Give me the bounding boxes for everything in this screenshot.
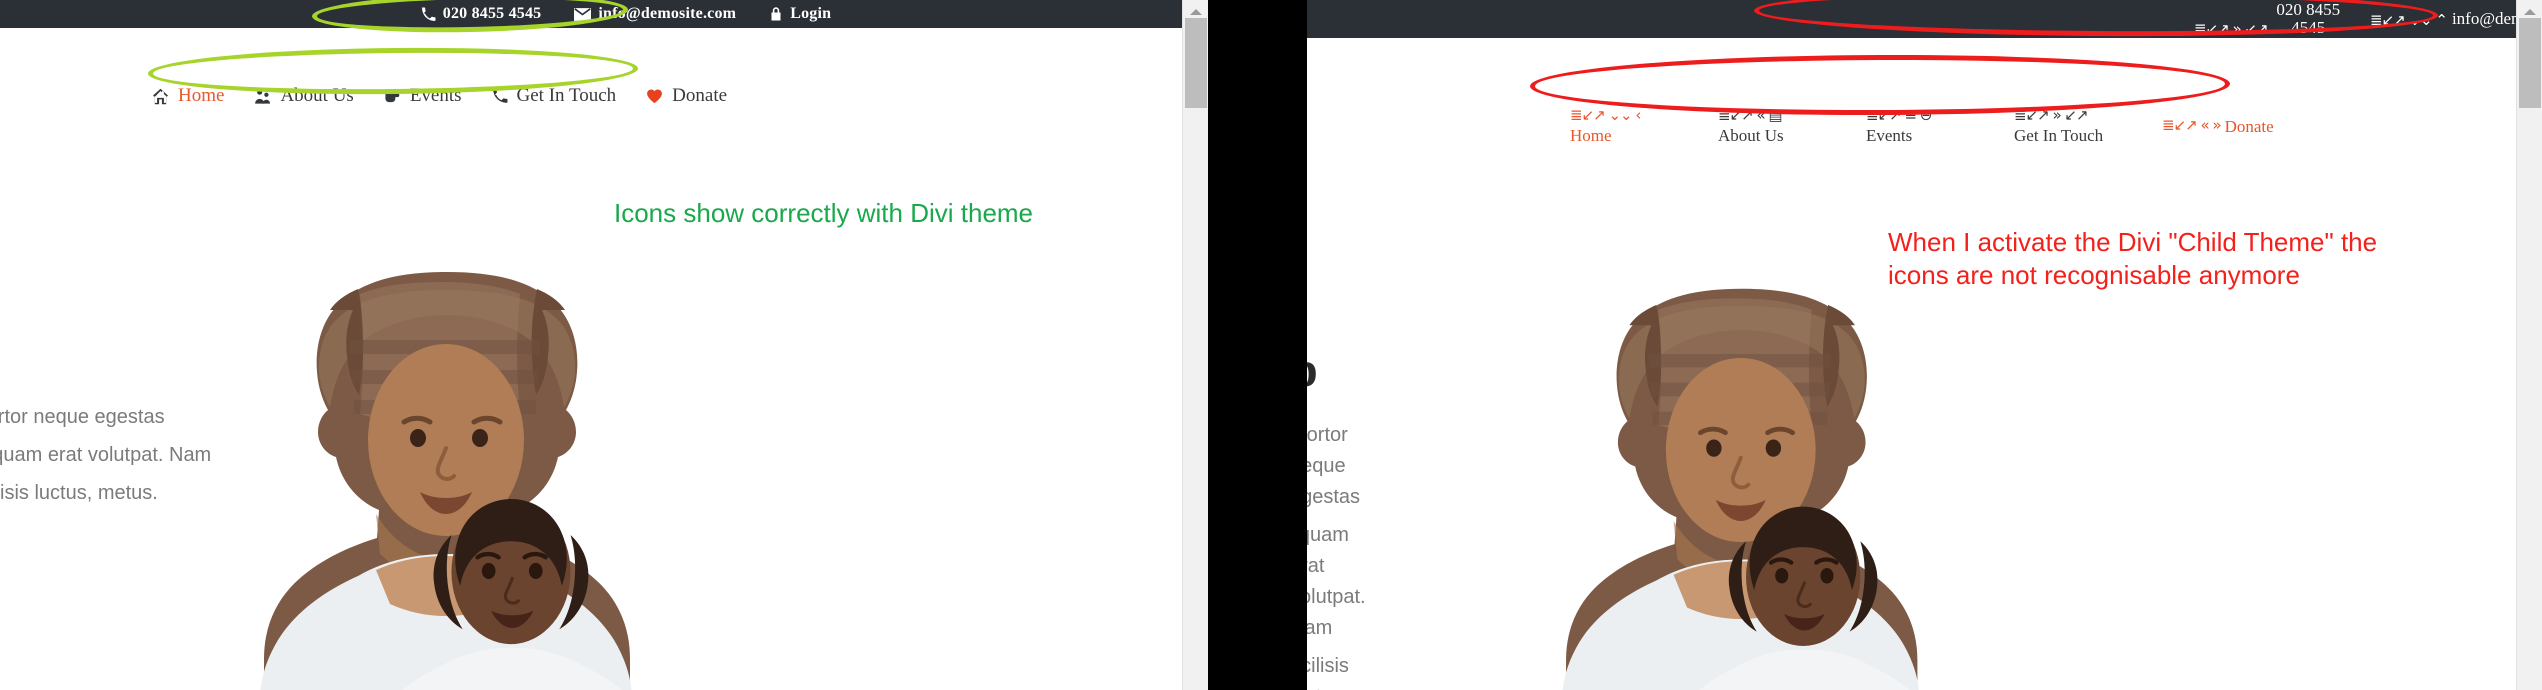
right-topbar: ≣↙↗ » ↙↗ 020 8455 4545 ≣↙↗ ⌄⌄ ⌃ info@dem… bbox=[1307, 0, 2542, 38]
left-nav-menu: Home About Us Events Get In Touch Donate bbox=[152, 85, 727, 107]
scroll-up-arrow-icon[interactable] bbox=[2517, 4, 2542, 18]
left-annotation-text: Icons show correctly with Divi theme bbox=[614, 198, 1034, 228]
topbar-email[interactable]: ≣↙↗ ⌄⌄ ⌃ info@demosite.com bbox=[2370, 10, 2542, 29]
envelope-icon bbox=[574, 7, 592, 21]
topbar-email-label: info@demosite.com bbox=[598, 5, 737, 22]
nav-item-get-in-touch[interactable]: ≣↙↗ » ↙↗ Get In Touch bbox=[2014, 108, 2126, 145]
right-annotation-text: When I activate the Divi "Child Theme" t… bbox=[1888, 226, 2377, 293]
broken-home-icon: ≣↙↗ ⌄⌄ ‹ bbox=[1570, 106, 1641, 124]
right-nav-menu: ≣↙↗ ⌄⌄ ‹ Home ≣↙↗ « ▤ About Us ≣↙↗ ≡ ⊖ E… bbox=[1570, 108, 2274, 145]
body-paragraph: , tortor neque egestas bbox=[1307, 424, 1361, 508]
right-annotation-line-2: icons are not recognisable anymore bbox=[1888, 260, 2300, 291]
panel-divider bbox=[1232, 0, 1307, 690]
topbar-email[interactable]: info@demosite.com bbox=[574, 5, 736, 23]
nav-item-about-us-label: About Us bbox=[280, 85, 354, 106]
nav-item-about-us[interactable]: About Us bbox=[254, 85, 354, 107]
left-browser-panel: 020 8455 4545 info@demosite.com Login Ho… bbox=[0, 0, 1208, 690]
hero-photo-right bbox=[1476, 210, 1946, 690]
nav-item-about-us[interactable]: ≣↙↗ « ▤ About Us bbox=[1718, 108, 1830, 145]
topbar-phone[interactable]: 020 8455 4545 bbox=[421, 5, 542, 23]
nav-item-home[interactable]: ≣↙↗ ⌄⌄ ‹ Home bbox=[1570, 108, 1682, 145]
people-icon bbox=[254, 88, 271, 105]
broken-envelope-icon: ≣↙↗ ⌄⌄ ⌃ bbox=[2370, 10, 2448, 29]
screenshot-stage: 020 8455 4545 info@demosite.com Login Ho… bbox=[0, 0, 2542, 690]
nav-item-home-label: Home bbox=[1570, 126, 1612, 145]
nav-item-home[interactable]: Home bbox=[152, 85, 224, 107]
right-annotation-line-1: When I activate the Divi "Child Theme" t… bbox=[1888, 227, 2378, 257]
broken-heart-icon: ≣↙↗ « » bbox=[2162, 115, 2222, 134]
body-paragraph: acilisis luctus, metus. bbox=[0, 482, 158, 504]
topbar-login[interactable]: Login bbox=[769, 5, 831, 23]
nav-item-donate[interactable]: Donate bbox=[646, 85, 727, 107]
topbar-phone-label: 020 8455 4545 bbox=[442, 5, 542, 22]
scrollbar-thumb[interactable] bbox=[1185, 18, 1207, 108]
nav-item-get-in-touch-label: Get In Touch bbox=[2014, 126, 2104, 145]
body-paragraph: acilisis luctus, metus. bbox=[1307, 655, 1349, 690]
right-browser-panel: ≣↙↗ » ↙↗ 020 8455 4545 ≣↙↗ ⌄⌄ ⌃ info@dem… bbox=[1307, 0, 2542, 690]
nav-item-events-label: Events bbox=[1866, 126, 1913, 145]
hero-photo-left bbox=[180, 190, 650, 690]
nav-item-donate-label: Donate bbox=[672, 85, 728, 106]
right-page-content: p , tortor neque egestas liquam erat vol… bbox=[1307, 340, 1366, 690]
page-heading: p bbox=[1307, 340, 1366, 398]
topbar-phone[interactable]: ≣↙↗ » ↙↗ 020 8455 4545 bbox=[2194, 1, 2344, 37]
left-page-content: p , tortor neque egestas Aliquam erat vo… bbox=[0, 322, 211, 509]
nav-item-events-label: Events bbox=[409, 85, 462, 106]
broken-phone-icon: ≣↙↗ » ↙↗ bbox=[2014, 106, 2089, 124]
nav-item-donate[interactable]: ≣↙↗ « » Donate bbox=[2162, 115, 2274, 136]
page-heading: p bbox=[0, 322, 211, 380]
topbar-phone-label: 020 8455 4545 bbox=[2276, 0, 2341, 37]
broken-people-icon: ≣↙↗ « ▤ bbox=[1718, 106, 1783, 124]
left-topbar: 020 8455 4545 info@demosite.com Login bbox=[0, 0, 1182, 28]
body-paragraph: Aliquam erat volutpat. Nam bbox=[0, 444, 212, 466]
cup-icon bbox=[384, 88, 401, 105]
nav-item-events[interactable]: ≣↙↗ ≡ ⊖ Events bbox=[1866, 108, 1978, 145]
nav-item-home-label: Home bbox=[178, 85, 225, 106]
heart-icon bbox=[646, 88, 663, 104]
body-paragraph: , tortor neque egestas bbox=[0, 406, 165, 428]
body-paragraph: liquam erat volutpat. Nam bbox=[1307, 524, 1366, 639]
phone-icon bbox=[492, 88, 508, 104]
right-panel-scrollbar[interactable] bbox=[2516, 0, 2542, 690]
scroll-up-arrow-icon[interactable] bbox=[1183, 4, 1208, 18]
lock-icon bbox=[769, 6, 783, 22]
home-icon bbox=[152, 88, 169, 105]
nav-item-about-us-label: About Us bbox=[1718, 126, 1784, 145]
nav-item-get-in-touch-label: Get In Touch bbox=[516, 85, 617, 106]
broken-cup-icon: ≣↙↗ ≡ ⊖ bbox=[1866, 106, 1932, 124]
nav-item-get-in-touch[interactable]: Get In Touch bbox=[492, 85, 617, 107]
nav-item-donate-label: Donate bbox=[2224, 116, 2274, 136]
broken-phone-icon: ≣↙↗ » ↙↗ bbox=[2194, 19, 2269, 38]
left-panel-scrollbar[interactable] bbox=[1182, 0, 1208, 690]
topbar-login-label: Login bbox=[790, 5, 832, 22]
phone-icon bbox=[421, 6, 436, 22]
scrollbar-thumb[interactable] bbox=[2519, 18, 2541, 108]
nav-item-events[interactable]: Events bbox=[384, 85, 462, 107]
